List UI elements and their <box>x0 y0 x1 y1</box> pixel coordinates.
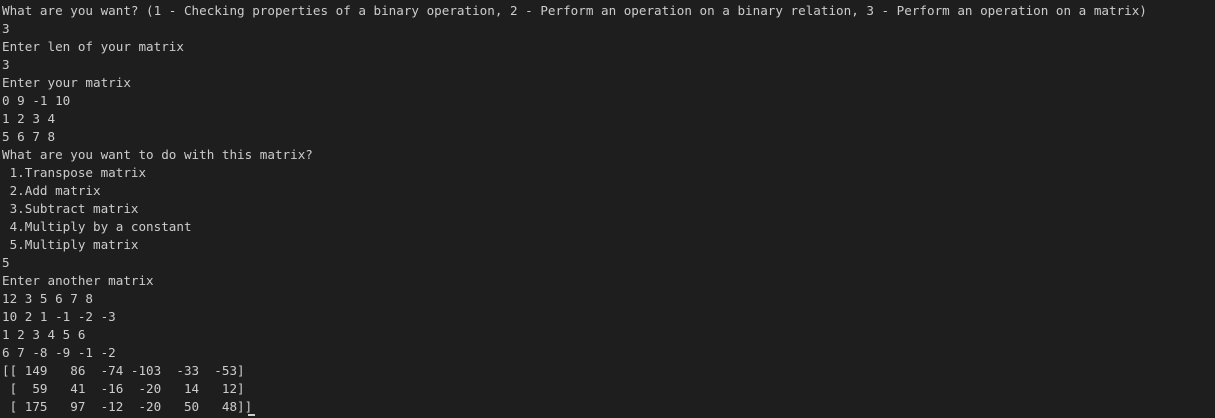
user-input-line: 3 <box>2 57 10 72</box>
matrix-row-line: 1 2 3 4 <box>2 111 56 126</box>
menu-option-line: 2.Add matrix <box>2 183 101 198</box>
matrix-row-line: 0 9 -1 10 <box>2 93 71 108</box>
menu-option-line: 4.Multiply by a constant <box>2 219 192 234</box>
prompt-line: Enter len of your matrix <box>2 39 184 54</box>
user-input-line: 5 <box>2 255 10 270</box>
menu-option-line: 1.Transpose matrix <box>2 165 147 180</box>
user-input-line: 3 <box>2 21 10 36</box>
result-row-line: [ 175 97 -12 -20 50 48]] <box>2 399 253 414</box>
result-row-line: [ 59 41 -16 -20 14 12] <box>2 381 245 396</box>
matrix-row-line: 1 2 3 4 5 6 <box>2 327 86 342</box>
matrix-row-line: 12 3 5 6 7 8 <box>2 291 93 306</box>
prompt-line: Enter your matrix <box>2 75 131 90</box>
prompt-menu-line: What are you want? (1 - Checking propert… <box>2 3 1147 18</box>
prompt-line: Enter another matrix <box>2 273 154 288</box>
result-row-line: [[ 149 86 -74 -103 -33 -53] <box>2 363 245 378</box>
result-last-row: [ 175 97 -12 -20 50 48]] <box>2 398 1215 416</box>
text-cursor <box>248 414 256 416</box>
terminal-output[interactable]: What are you want? (1 - Checking propert… <box>0 0 1215 418</box>
prompt-line: What are you want to do with this matrix… <box>2 147 313 162</box>
menu-option-line: 3.Subtract matrix <box>2 201 139 216</box>
matrix-row-line: 6 7 -8 -9 -1 -2 <box>2 345 116 360</box>
matrix-row-line: 10 2 1 -1 -2 -3 <box>2 309 116 324</box>
menu-option-line: 5.Multiply matrix <box>2 237 139 252</box>
matrix-row-line: 5 6 7 8 <box>2 129 56 144</box>
